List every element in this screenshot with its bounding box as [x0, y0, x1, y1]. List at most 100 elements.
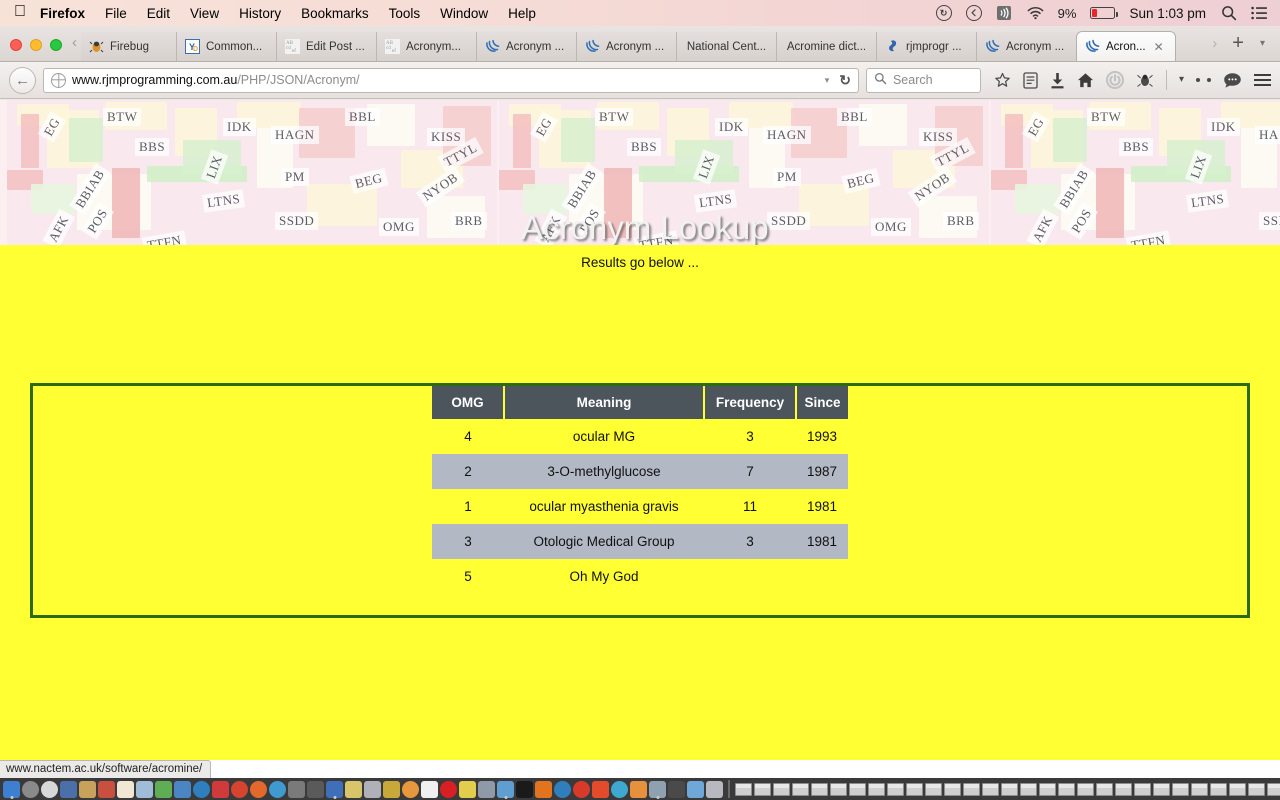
menu-item-file[interactable]: File — [105, 6, 127, 21]
chat-icon[interactable] — [1223, 72, 1242, 89]
airplay-icon[interactable] — [996, 5, 1013, 22]
menu-bar-clock[interactable]: Sun 1:03 pm — [1129, 6, 1206, 21]
dock-item[interactable] — [610, 780, 629, 799]
tab-acronym-4[interactable]: Acronym ... — [976, 32, 1076, 61]
dock-window[interactable] — [734, 780, 753, 799]
minimize-button[interactable] — [30, 39, 42, 51]
dock-window[interactable] — [1095, 780, 1114, 799]
tab-acronym-3[interactable]: Acronym ... — [576, 32, 676, 61]
dock-window[interactable] — [1266, 780, 1280, 799]
dock-window[interactable] — [943, 780, 962, 799]
new-tab-button[interactable]: + — [1225, 33, 1251, 53]
dock-window[interactable] — [1209, 780, 1228, 799]
table-row[interactable]: 3 Otologic Medical Group 3 1981 — [432, 524, 848, 559]
dock-item[interactable] — [230, 780, 249, 799]
dock-item[interactable] — [192, 780, 211, 799]
dock-item[interactable] — [154, 780, 173, 799]
dock-window[interactable] — [791, 780, 810, 799]
table-row[interactable]: 5 Oh My God — [432, 559, 848, 594]
close-icon[interactable]: ✕ — [1154, 40, 1164, 54]
dock-window[interactable] — [1247, 780, 1266, 799]
dock-item[interactable] — [439, 780, 458, 799]
menu-hamburger-icon[interactable] — [1254, 73, 1271, 87]
dock-window[interactable] — [1114, 780, 1133, 799]
reader-view-icon[interactable] — [1023, 71, 1038, 89]
dock-item[interactable] — [116, 780, 135, 799]
dock-window[interactable] — [810, 780, 829, 799]
tab-acronym-1[interactable]: AB cd ef Acronym... — [376, 32, 476, 61]
dock-item[interactable] — [686, 780, 705, 799]
column-header-since[interactable]: Since — [796, 386, 848, 419]
column-header-meaning[interactable]: Meaning — [504, 386, 705, 419]
column-header-frequency[interactable]: Frequency — [704, 386, 797, 419]
dock-item[interactable] — [534, 780, 553, 799]
tab-acronym-active[interactable]: Acron... ✕ — [1076, 31, 1176, 61]
tab-scroll-right-button[interactable]: › — [1206, 35, 1223, 52]
table-row[interactable]: 2 3-O-methylglucose 7 1987 — [432, 454, 848, 489]
tab-common[interactable]: YD Common... — [176, 32, 276, 61]
tab-acronym-2[interactable]: Acronym ... — [476, 32, 576, 61]
dock-window[interactable] — [962, 780, 981, 799]
tab-edit-post[interactable]: AB cd ef Edit Post ... — [276, 32, 376, 61]
dock-item[interactable] — [59, 780, 78, 799]
dock-item[interactable] — [496, 780, 515, 799]
dock-item[interactable] — [705, 780, 724, 799]
dock-window[interactable] — [1076, 780, 1095, 799]
home-icon[interactable] — [1077, 72, 1094, 89]
zoom-button[interactable] — [50, 39, 62, 51]
dock-item[interactable] — [173, 780, 192, 799]
more-dots-icon[interactable] — [1196, 78, 1211, 82]
tab-acromine-dict[interactable]: Acromine dict... — [776, 32, 876, 61]
firebug-icon[interactable] — [1136, 72, 1154, 88]
dock-item[interactable] — [211, 780, 230, 799]
dock-window[interactable] — [848, 780, 867, 799]
menu-item-window[interactable]: Window — [440, 6, 488, 21]
dock-item[interactable] — [78, 780, 97, 799]
dock-item[interactable] — [382, 780, 401, 799]
dock-window[interactable] — [1000, 780, 1019, 799]
menu-item-bookmarks[interactable]: Bookmarks — [301, 6, 369, 21]
dock-item[interactable] — [2, 780, 21, 799]
dock-item[interactable] — [21, 780, 40, 799]
menu-item-tools[interactable]: Tools — [389, 6, 421, 21]
dock-window[interactable] — [1171, 780, 1190, 799]
menu-item-history[interactable]: History — [239, 6, 281, 21]
dock-window[interactable] — [1228, 780, 1247, 799]
dock-item[interactable] — [667, 780, 686, 799]
macos-dock[interactable] — [0, 778, 1280, 800]
dock-window[interactable] — [1038, 780, 1057, 799]
tab-national-cent[interactable]: National Cent... — [676, 32, 776, 61]
column-header-omg[interactable]: OMG — [432, 386, 505, 419]
dock-item[interactable] — [287, 780, 306, 799]
address-bar[interactable]: www.rjmprogramming.com.au/PHP/JSON/Acron… — [43, 67, 859, 93]
dock-window[interactable] — [1019, 780, 1038, 799]
dock-window[interactable] — [1152, 780, 1171, 799]
dock-window[interactable] — [753, 780, 772, 799]
dock-item[interactable] — [591, 780, 610, 799]
dock-item[interactable] — [344, 780, 363, 799]
sync-icon[interactable] — [1105, 71, 1124, 89]
tab-firebug[interactable]: Firebug — [81, 32, 176, 61]
dock-item[interactable] — [477, 780, 496, 799]
battery-icon[interactable] — [1090, 7, 1119, 19]
dock-item[interactable] — [648, 780, 667, 799]
dock-item[interactable] — [249, 780, 268, 799]
dock-item[interactable] — [325, 780, 344, 799]
dock-item[interactable] — [363, 780, 382, 799]
reload-icon[interactable]: ↻ — [835, 72, 851, 89]
dock-item[interactable] — [40, 780, 59, 799]
dock-item[interactable] — [306, 780, 325, 799]
dock-item[interactable] — [135, 780, 154, 799]
table-row[interactable]: 4 ocular MG 3 1993 — [432, 419, 848, 454]
back-button[interactable]: ← — [9, 66, 36, 94]
bookmark-star-icon[interactable] — [994, 72, 1011, 89]
dock-window[interactable] — [829, 780, 848, 799]
dock-window[interactable] — [867, 780, 886, 799]
dock-item[interactable] — [458, 780, 477, 799]
dock-item[interactable] — [515, 780, 534, 799]
dock-item[interactable] — [553, 780, 572, 799]
dropdown-icon[interactable]: ▾ — [1179, 75, 1184, 85]
downloads-icon[interactable] — [1050, 72, 1065, 89]
dock-window[interactable] — [1057, 780, 1076, 799]
dock-item[interactable] — [97, 780, 116, 799]
